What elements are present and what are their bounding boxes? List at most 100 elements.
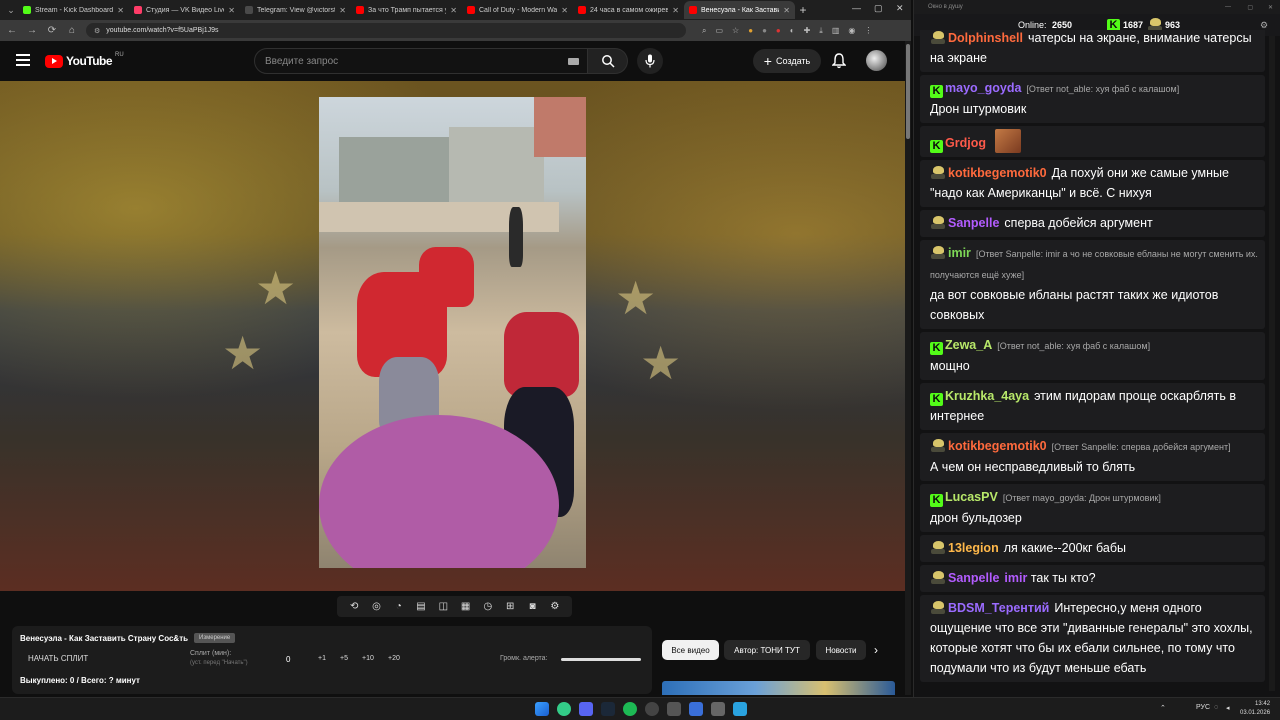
cast-icon[interactable]: ▭ bbox=[715, 26, 723, 36]
url-field[interactable]: ⚙ youtube.com/watch?v=f5UaPBj1J9s bbox=[86, 23, 686, 38]
media-player-icon[interactable] bbox=[689, 702, 703, 716]
steam-icon[interactable] bbox=[601, 702, 615, 716]
zoom-icon[interactable]: ⌕ bbox=[702, 26, 706, 36]
obs-icon[interactable] bbox=[645, 702, 659, 716]
film-strip-icon[interactable]: ▦ bbox=[459, 601, 472, 612]
chat-message[interactable]: 13legion ля какие--200кг бабы bbox=[920, 535, 1265, 562]
gauge-icon[interactable]: ◷ bbox=[481, 601, 494, 612]
notifications-button[interactable] bbox=[831, 53, 847, 74]
chat-username[interactable]: kotikbegemotik0 bbox=[948, 166, 1047, 180]
increment-5-button[interactable]: +5 bbox=[340, 655, 348, 662]
app-icon[interactable] bbox=[667, 702, 681, 716]
browser-tab[interactable]: За что Трамп пытается убит ✕ bbox=[351, 1, 462, 19]
chat-username[interactable]: kotikbegemotik0 bbox=[948, 439, 1047, 453]
browser-tab[interactable]: Telegram: View @victorstep ✕ bbox=[240, 1, 351, 19]
chrome-icon[interactable] bbox=[557, 702, 571, 716]
close-window-icon[interactable]: ✕ bbox=[1268, 4, 1273, 11]
chat-username[interactable]: BDSM_Терентий bbox=[948, 601, 1049, 615]
tab-close-icon[interactable]: ✕ bbox=[672, 6, 679, 15]
video-player[interactable]: ★ ★ ★ ★ bbox=[0, 81, 905, 591]
site-info-icon[interactable]: ⚙ bbox=[94, 27, 100, 35]
keyboard-icon[interactable] bbox=[568, 57, 579, 65]
account-avatar[interactable] bbox=[866, 50, 887, 71]
profile-icon[interactable]: ◉ bbox=[848, 26, 855, 36]
new-tab-button[interactable]: + bbox=[795, 3, 811, 17]
back-icon[interactable]: ← bbox=[6, 25, 18, 36]
chevron-right-icon[interactable]: › bbox=[874, 643, 878, 657]
telegram-icon[interactable] bbox=[733, 702, 747, 716]
chat-message[interactable]: K Zewa_A [Ответ not_able: хуя фаб с калашо… bbox=[920, 332, 1265, 380]
spotify-icon[interactable] bbox=[623, 702, 637, 716]
tab-close-icon[interactable]: ✕ bbox=[339, 6, 346, 15]
browser-tab[interactable]: Студия — VK Видео Live ✕ bbox=[129, 1, 240, 19]
chat-message[interactable]: kotikbegemotik0 Да похуй они же самые умн… bbox=[920, 160, 1265, 207]
measure-badge[interactable]: Измерение bbox=[194, 633, 236, 643]
chip-author[interactable]: Автор: ТОНИ ТУТ bbox=[724, 640, 810, 660]
chat-username[interactable]: Kruzhka_4aya bbox=[945, 389, 1029, 403]
chat-username[interactable]: Sanpelle bbox=[948, 216, 999, 230]
discord-icon[interactable] bbox=[579, 702, 593, 716]
increment-1-button[interactable]: +1 bbox=[318, 655, 326, 662]
video-thumbnail[interactable] bbox=[662, 681, 895, 695]
bookmark-star-icon[interactable]: ☆ bbox=[732, 26, 739, 36]
minimize-icon[interactable]: — bbox=[852, 3, 861, 13]
language-indicator[interactable]: РУС bbox=[1196, 704, 1210, 711]
app-icon[interactable] bbox=[711, 702, 725, 716]
close-window-icon[interactable]: ✕ bbox=[896, 3, 904, 14]
chat-scrollbar[interactable] bbox=[1269, 36, 1275, 691]
speed-icon[interactable]: ◔ bbox=[392, 601, 405, 612]
voice-search-button[interactable] bbox=[637, 48, 663, 74]
alert-volume-slider[interactable] bbox=[561, 658, 641, 661]
menu-icon[interactable]: ⋮ bbox=[864, 26, 872, 36]
browser-tab[interactable]: Stream - Kick Dashboard ✕ bbox=[18, 1, 129, 19]
browser-tab[interactable]: Венесуэла - Как Заставить С✕ bbox=[684, 1, 795, 19]
chat-username[interactable]: Zewa_A bbox=[945, 338, 992, 352]
search-input[interactable]: Введите запрос bbox=[254, 48, 588, 74]
forward-icon[interactable]: → bbox=[26, 25, 38, 36]
page-scrollbar-thumb[interactable] bbox=[906, 44, 910, 139]
search-button[interactable] bbox=[588, 48, 628, 74]
page-scrollbar-track[interactable] bbox=[905, 41, 911, 695]
maximize-icon[interactable]: ▢ bbox=[874, 3, 883, 14]
increment-20-button[interactable]: +20 bbox=[388, 655, 400, 662]
chat-message[interactable]: K Kruzhka_4aya этим пидорам проще оскарбля… bbox=[920, 383, 1265, 430]
settings-gear-icon[interactable]: ⚙ bbox=[1260, 20, 1268, 31]
picture-in-picture-icon[interactable]: ◫ bbox=[437, 601, 450, 612]
reload-icon[interactable]: ⟳ bbox=[46, 25, 58, 36]
tab-close-icon[interactable]: ✕ bbox=[561, 6, 568, 15]
extension-icon[interactable]: ● bbox=[776, 26, 781, 36]
clock[interactable]: 13:42 03.01.2026 bbox=[1240, 700, 1270, 718]
minimize-icon[interactable]: — bbox=[1225, 4, 1231, 10]
menu-hamburger-icon[interactable] bbox=[16, 54, 30, 66]
start-split-button[interactable]: НАЧАТЬ СПЛИТ bbox=[28, 654, 88, 663]
maximize-icon[interactable]: ▢ bbox=[1247, 4, 1253, 11]
home-icon[interactable]: ⌂ bbox=[66, 25, 78, 36]
chat-username[interactable]: Dolphinshell bbox=[948, 31, 1023, 45]
chat-username[interactable]: imir bbox=[948, 246, 971, 260]
chat-message[interactable]: K Grdjog bbox=[920, 126, 1265, 157]
volume-icon[interactable]: ◂ bbox=[1226, 704, 1230, 712]
start-icon[interactable] bbox=[535, 702, 549, 716]
create-button[interactable]: + Создать bbox=[753, 49, 821, 73]
chat-message[interactable]: BDSM_Терентий Интересно,у меня одного ощу… bbox=[920, 595, 1265, 682]
chip-news[interactable]: Новости bbox=[816, 640, 866, 660]
download-icon[interactable]: ⤓ bbox=[819, 26, 823, 36]
chat-username[interactable]: mayo_goyda bbox=[945, 81, 1021, 95]
clapper-icon[interactable]: ▤ bbox=[415, 601, 428, 612]
chat-username[interactable]: 13legion bbox=[948, 541, 999, 555]
sidebar-icon[interactable]: ▥ bbox=[832, 26, 840, 36]
chat-message[interactable]: Sanpelle сперва добейся аргумент bbox=[920, 210, 1265, 237]
tab-close-icon[interactable]: ✕ bbox=[117, 6, 124, 15]
tab-close-icon[interactable]: ✕ bbox=[783, 6, 790, 15]
chat-message[interactable]: Dolphinshell чатерсы на экране, внимание … bbox=[920, 30, 1265, 72]
audio-wave-icon[interactable]: ◎ bbox=[370, 601, 383, 612]
tab-search-chevron-icon[interactable]: ⌄ bbox=[4, 3, 18, 17]
extension-icon[interactable]: ◐ bbox=[790, 26, 795, 36]
loop-icon[interactable]: ⟲ bbox=[348, 601, 361, 612]
chip-all-videos[interactable]: Все видео bbox=[662, 640, 719, 660]
tab-close-icon[interactable]: ✕ bbox=[450, 6, 457, 15]
browser-tab[interactable]: Call of Duty - Modern Warfa ✕ bbox=[462, 1, 573, 19]
youtube-logo[interactable]: YouTube RU bbox=[45, 52, 124, 68]
network-icon[interactable]: ◌ bbox=[1214, 704, 1218, 711]
chat-message[interactable]: Kmayo_goyda [Ответ not_able: хуя фаб с ка… bbox=[920, 75, 1265, 123]
